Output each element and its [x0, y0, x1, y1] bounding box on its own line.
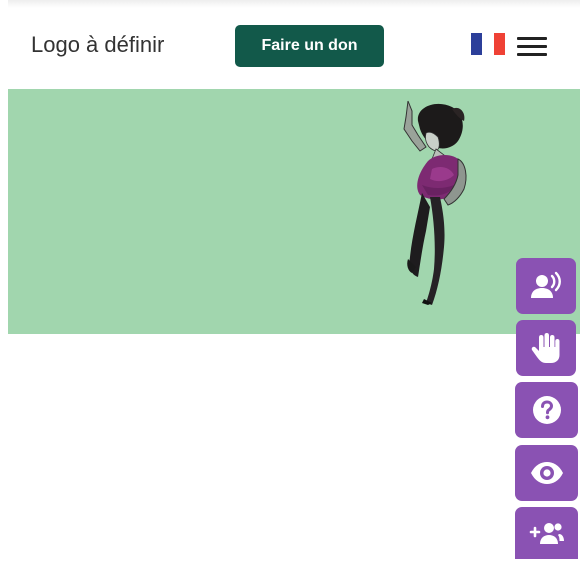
- flag-red-stripe: [493, 33, 505, 55]
- question-mark-icon: [532, 396, 561, 424]
- help-button[interactable]: [515, 382, 578, 438]
- top-shadow: [8, 0, 580, 8]
- sign-language-button[interactable]: [516, 320, 576, 376]
- accompaniment-button[interactable]: [515, 507, 578, 559]
- site-header: Logo à définir Faire un don: [0, 8, 580, 88]
- dancing-woman-illustration: [8, 89, 580, 334]
- donate-button[interactable]: Faire un don: [235, 25, 384, 67]
- france-flag-icon[interactable]: [471, 33, 505, 55]
- hamburger-menu-icon[interactable]: [517, 35, 547, 57]
- page: Logo à définir Faire un don: [0, 0, 580, 563]
- speaking-person-icon: [531, 271, 561, 298]
- hero-banner: [8, 89, 580, 334]
- flag-blue-stripe: [471, 33, 483, 55]
- eye-icon: [530, 462, 563, 484]
- site-logo[interactable]: Logo à définir: [31, 32, 164, 58]
- text-to-speech-button[interactable]: [516, 258, 576, 314]
- user-plus-icon: [529, 523, 564, 544]
- visual-contrast-button[interactable]: [515, 445, 578, 501]
- hand-icon: [531, 333, 560, 363]
- flag-white-stripe: [482, 33, 494, 55]
